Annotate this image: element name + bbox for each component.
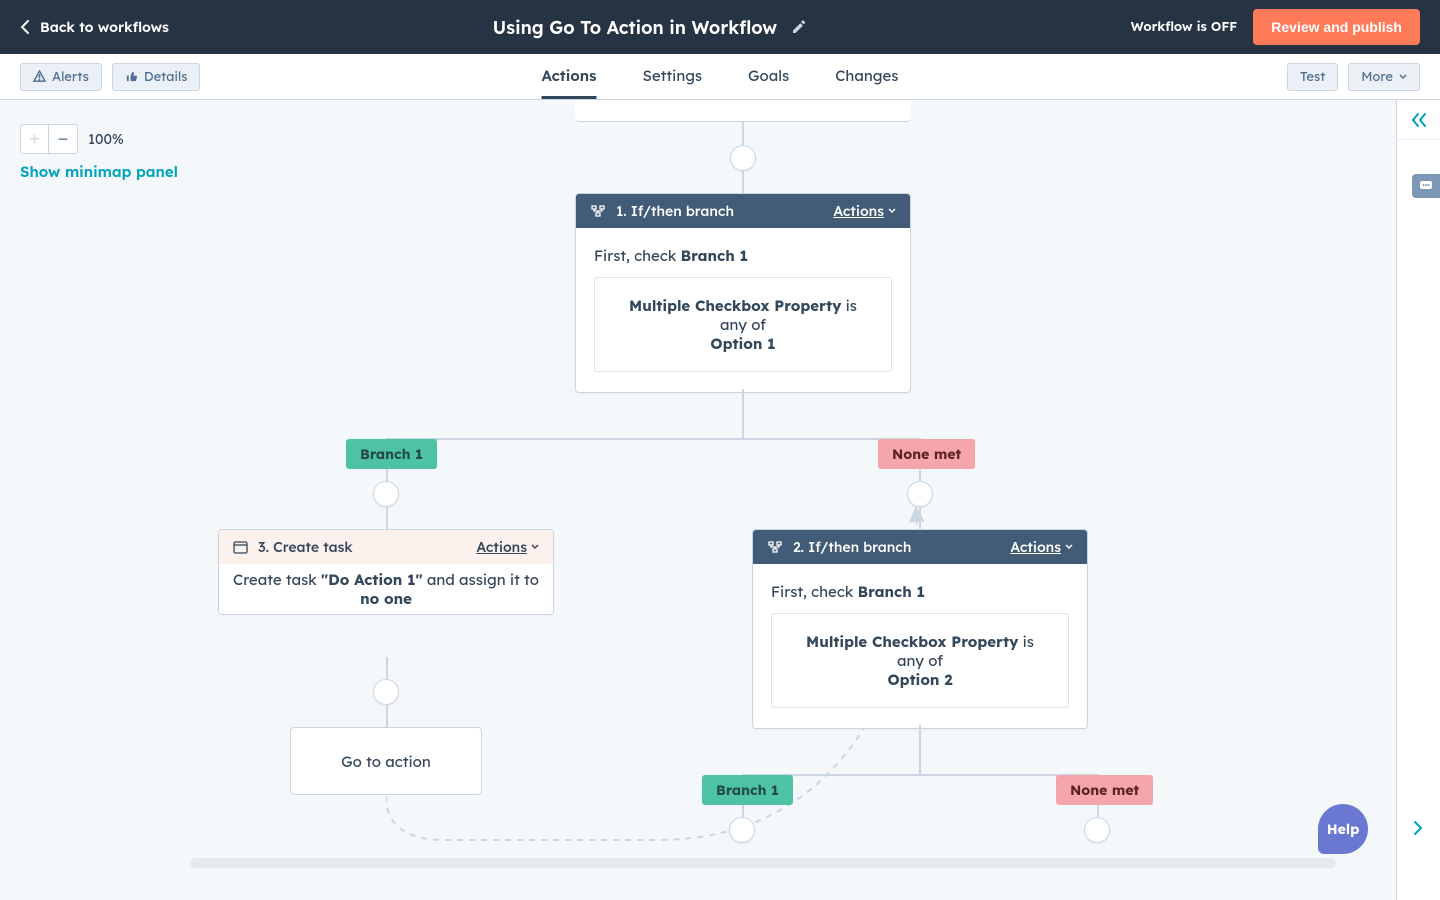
add-step-button[interactable] xyxy=(373,481,399,507)
tab-changes[interactable]: Changes xyxy=(835,54,898,99)
branch-tag-branch1-bottom: Branch 1 xyxy=(702,775,793,805)
workflow-title: Using Go To Action in Workflow xyxy=(493,16,777,39)
titlebar: Back to workflows Using Go To Action in … xyxy=(0,0,1440,54)
connector xyxy=(386,705,388,727)
connector xyxy=(386,507,388,529)
workflow-status: Workflow is OFF xyxy=(1131,19,1237,35)
warning-icon xyxy=(33,70,46,83)
task-actions-menu[interactable]: Actions xyxy=(476,538,539,556)
workspace[interactable]: + − 100% Show minimap panel 1. If/then b… xyxy=(0,100,1396,900)
back-label: Back to workflows xyxy=(40,18,169,36)
titlebar-right: Workflow is OFF Review and publish xyxy=(1131,9,1420,45)
connector xyxy=(742,774,1098,776)
right-rail xyxy=(1396,100,1440,900)
pencil-icon[interactable] xyxy=(791,19,807,35)
branch2-check-text: First, check Branch 1 xyxy=(771,582,1069,601)
rail-next-button[interactable] xyxy=(1396,820,1440,836)
add-step-button[interactable] xyxy=(730,145,756,171)
comment-icon xyxy=(1419,180,1433,192)
alerts-label: Alerts xyxy=(52,69,89,85)
connector xyxy=(742,171,744,193)
tab-settings[interactable]: Settings xyxy=(642,54,702,99)
workflow-canvas: 1. If/then branch Actions First, check B… xyxy=(0,100,1396,900)
connector xyxy=(742,389,744,439)
tabs: Actions Settings Goals Changes xyxy=(542,54,899,99)
branch-icon xyxy=(767,540,783,554)
chevron-left-icon xyxy=(20,20,30,34)
collapse-rail-button[interactable] xyxy=(1397,100,1440,140)
thumbs-up-icon xyxy=(125,70,138,83)
comments-button[interactable] xyxy=(1412,174,1440,198)
connector xyxy=(386,657,388,679)
branch-tag-nonemet-right: None met xyxy=(878,439,975,469)
goto-label: Go to action xyxy=(341,752,431,771)
task-actions-label: Actions xyxy=(476,538,527,556)
branch2-title: 2. If/then branch xyxy=(793,538,911,556)
help-label: Help xyxy=(1327,820,1360,838)
branch1-actions-menu[interactable]: Actions xyxy=(833,202,896,220)
subbar: Alerts Details Actions Settings Goals Ch… xyxy=(0,54,1440,100)
branch2-condition: Multiple Checkbox Property is any of Opt… xyxy=(771,613,1069,708)
goto-action-card[interactable]: Go to action xyxy=(290,727,482,795)
add-step-button[interactable] xyxy=(1084,817,1110,843)
branch1-actions-label: Actions xyxy=(833,202,884,220)
window-icon xyxy=(233,541,248,554)
help-button[interactable]: Help xyxy=(1318,804,1368,854)
chevron-right-icon xyxy=(1412,820,1424,836)
back-to-workflows[interactable]: Back to workflows xyxy=(20,18,169,36)
connector xyxy=(919,507,921,529)
more-label: More xyxy=(1361,69,1393,85)
branch1-title: 1. If/then branch xyxy=(616,202,734,220)
details-button[interactable]: Details xyxy=(112,63,201,91)
branch1-condition: Multiple Checkbox Property is any of Opt… xyxy=(594,277,892,372)
add-step-button[interactable] xyxy=(907,481,933,507)
branch-card-2[interactable]: 2. If/then branch Actions First, check B… xyxy=(752,529,1088,729)
chevrons-left-icon xyxy=(1410,112,1428,128)
branch-tag-branch1-left: Branch 1 xyxy=(346,439,437,469)
workflow-title-group: Using Go To Action in Workflow xyxy=(493,16,807,39)
branch-tag-nonemet-bottom: None met xyxy=(1056,775,1153,805)
horizontal-scrollbar[interactable] xyxy=(190,858,1336,868)
tab-goals[interactable]: Goals xyxy=(748,54,789,99)
create-task-card[interactable]: 3. Create task Actions Create task "Do A… xyxy=(218,529,554,615)
alerts-button[interactable]: Alerts xyxy=(20,63,102,91)
tab-actions[interactable]: Actions xyxy=(542,54,597,99)
test-button[interactable]: Test xyxy=(1287,63,1338,91)
previous-card-stub xyxy=(575,100,911,122)
branch1-check-text: First, check Branch 1 xyxy=(594,246,892,265)
connector xyxy=(386,438,920,440)
branch2-actions-label: Actions xyxy=(1010,538,1061,556)
test-label: Test xyxy=(1300,69,1325,85)
more-button[interactable]: More xyxy=(1348,63,1420,91)
branch-icon xyxy=(590,204,606,218)
caret-down-icon xyxy=(531,543,539,551)
caret-down-icon xyxy=(1065,543,1073,551)
caret-down-icon xyxy=(1399,73,1407,81)
connector xyxy=(919,725,921,775)
review-publish-button[interactable]: Review and publish xyxy=(1253,9,1420,45)
details-label: Details xyxy=(144,69,188,85)
branch-card-1[interactable]: 1. If/then branch Actions First, check B… xyxy=(575,193,911,393)
task-body: Create task "Do Action 1" and assign it … xyxy=(219,564,553,614)
branch2-actions-menu[interactable]: Actions xyxy=(1010,538,1073,556)
add-step-button[interactable] xyxy=(373,679,399,705)
task-title: 3. Create task xyxy=(258,538,353,556)
caret-down-icon xyxy=(888,207,896,215)
add-step-button[interactable] xyxy=(729,817,755,843)
connector xyxy=(742,122,744,145)
